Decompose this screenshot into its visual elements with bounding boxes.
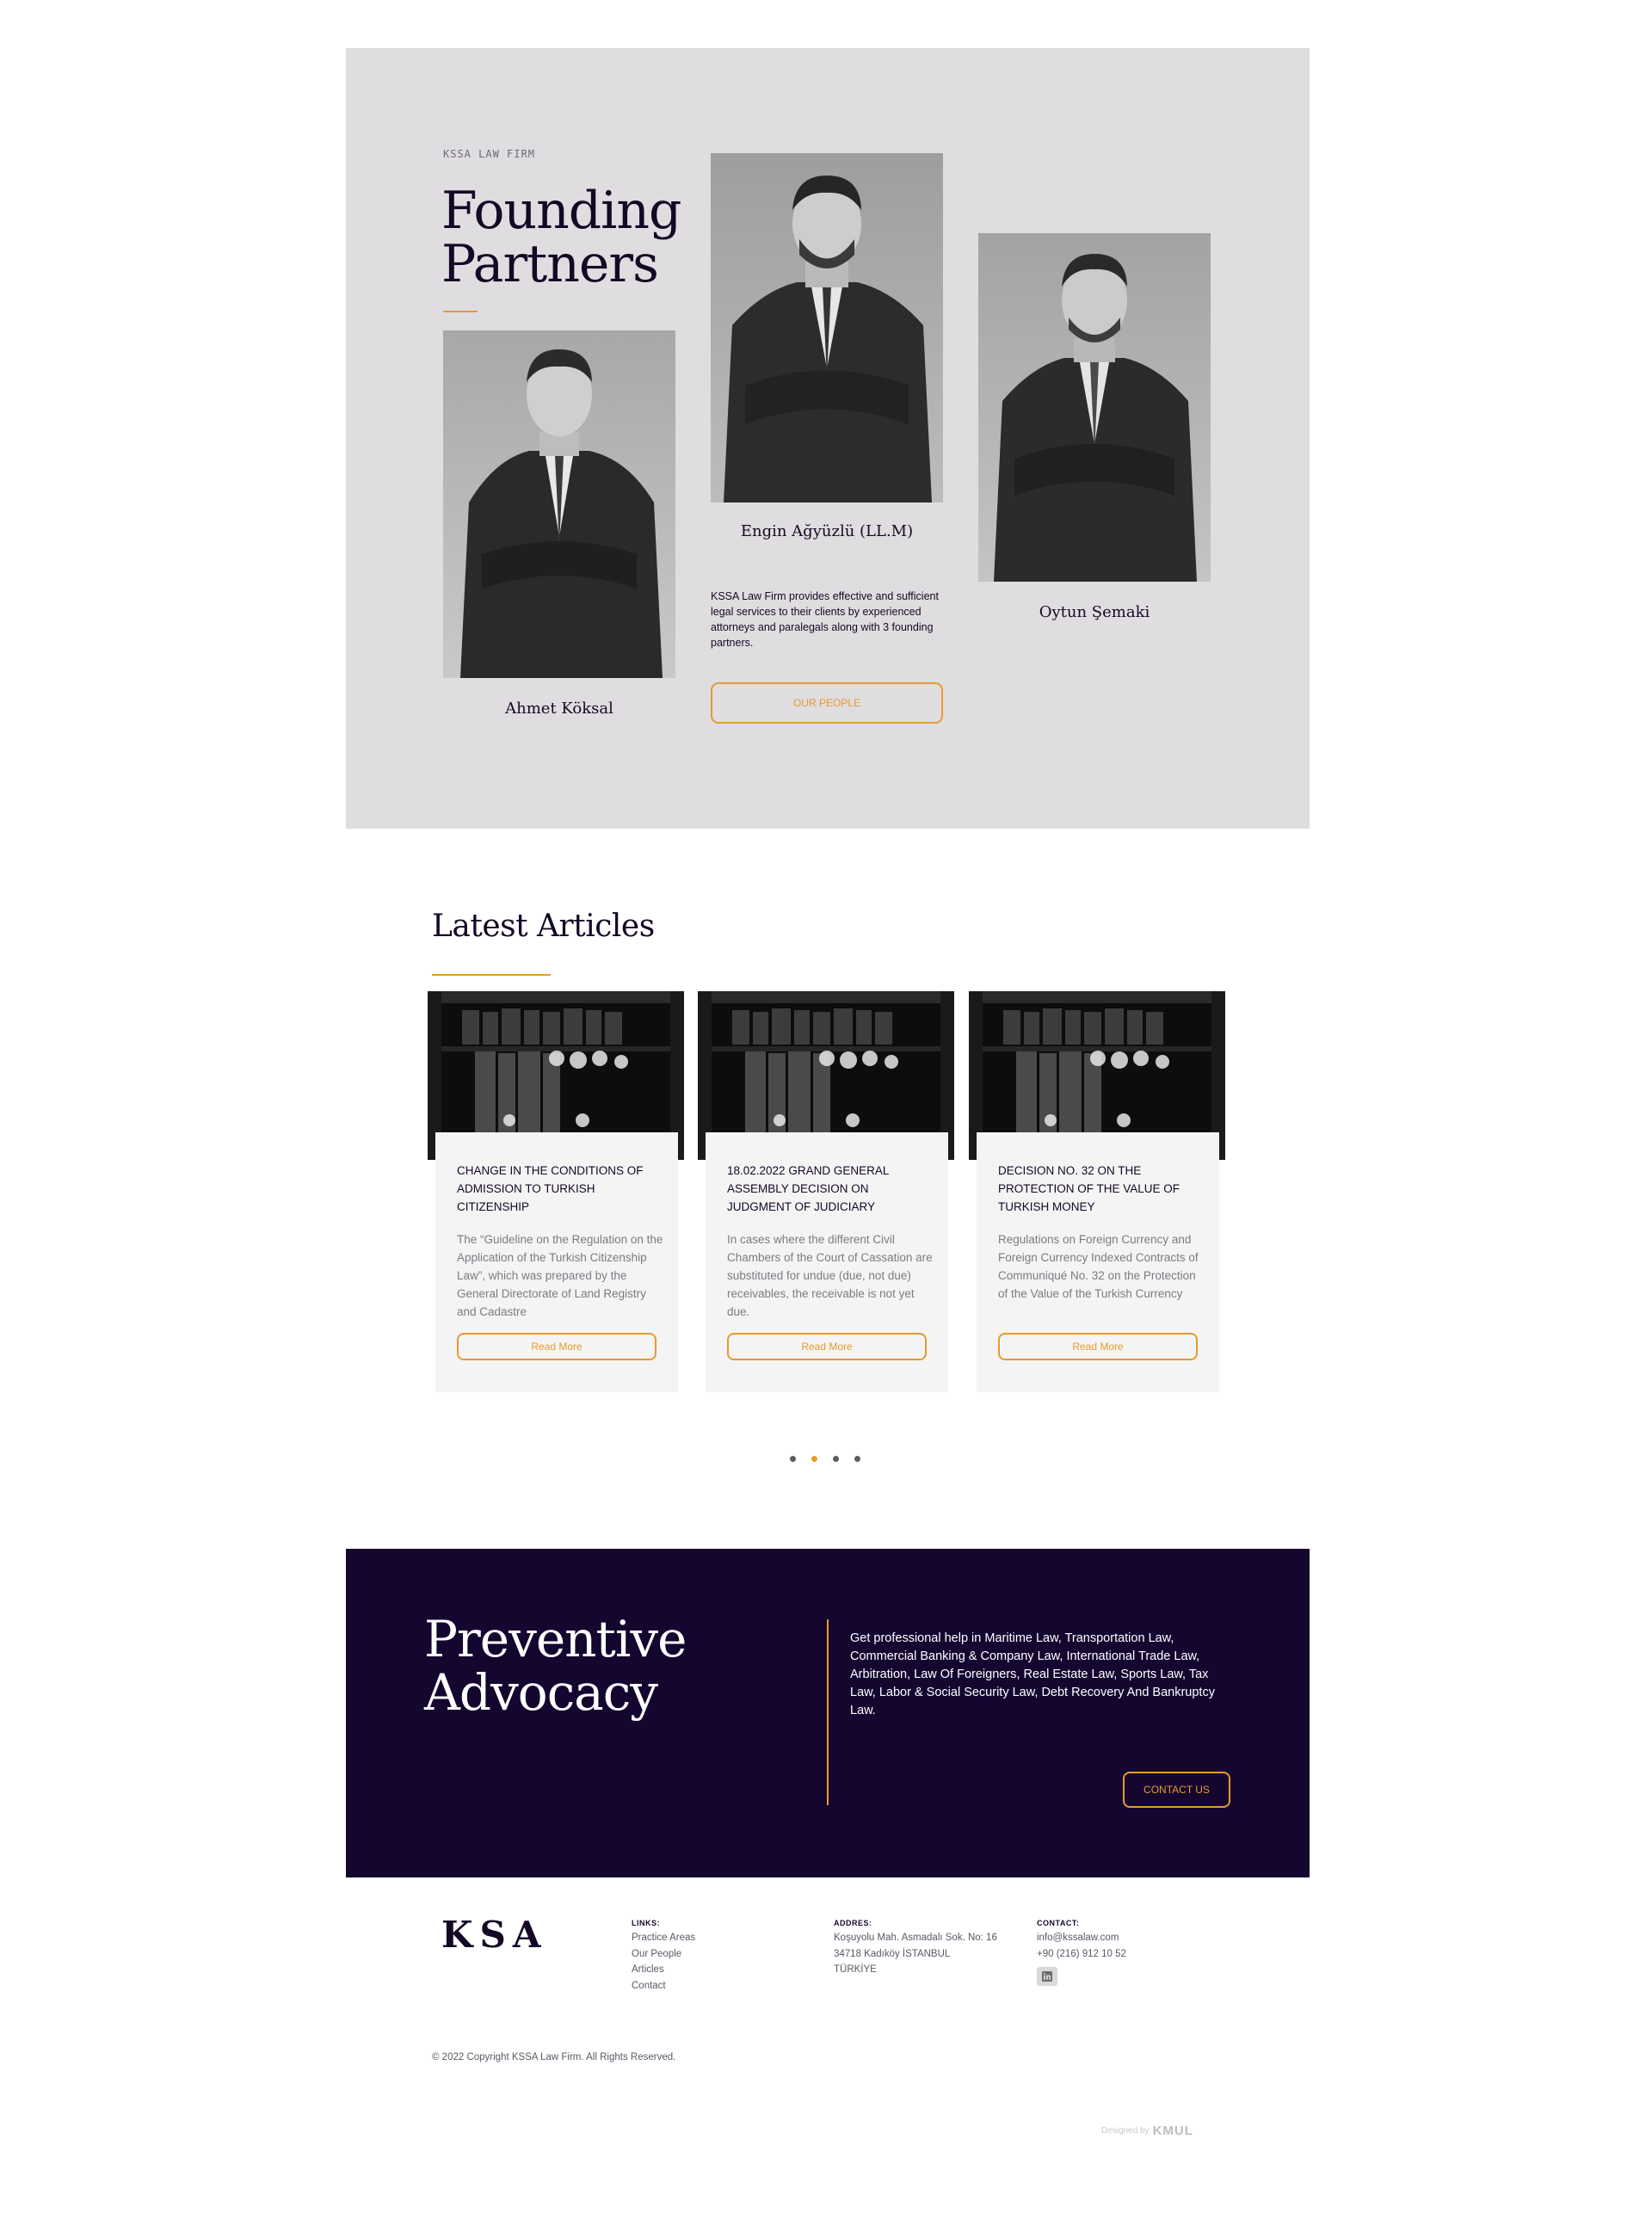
pagination-dot[interactable] [833,1456,839,1462]
articles-title-underline [432,974,551,976]
carousel-pagination [790,1456,860,1462]
contact-phone[interactable]: +90 (216) 912 10 52 [1037,1946,1126,1963]
person-portrait-icon [978,233,1211,582]
article-card: 18.02.2022 GRAND GENERAL ASSEMBLY DECISI… [706,1132,948,1392]
footer-address: ADDRES: Koşuyolu Mah. Asmadalı Sok. No: … [834,1919,997,1978]
article-card: CHANGE IN THE CONDITIONS OF ADMISSION TO… [435,1132,678,1392]
linkedin-glyph-icon [1042,1971,1052,1982]
designer-logo: KMUL [1152,2124,1193,2138]
title-underline [443,311,478,312]
footer-link-our-people[interactable]: Our People [632,1946,695,1963]
preventive-advocacy-section: Preventive Advocacy Get professional hel… [346,1549,1310,1877]
partners-description: KSSA Law Firm provides effective and suf… [711,590,939,649]
partner-photo-engin [711,153,943,502]
designed-by-label: Designed by [1101,2126,1150,2136]
address-line: Koşuyolu Mah. Asmadalı Sok. No: 16 [834,1933,997,1943]
article-title[interactable]: DECISION NO. 32 ON THE PROTECTION OF THE… [998,1162,1205,1216]
partner-name-engin: Engin Ağyüzlü (LL.M) [740,522,914,540]
article-title[interactable]: 18.02.2022 GRAND GENERAL ASSEMBLY DECISI… [727,1162,934,1216]
pagination-dot[interactable] [854,1456,860,1462]
contact-us-button[interactable]: CONTACT US [1123,1772,1230,1808]
partner-name-ahmet: Ahmet Köksal [505,700,613,718]
founding-partners-section: KSSA LAW FIRM Founding Partners Ahmet Kö… [346,48,1310,829]
articles-title: Latest Articles [432,909,655,944]
footer-link-articles[interactable]: Articles [632,1962,695,1978]
footer-links: LINKS: Practice Areas Our People Article… [632,1919,695,1994]
partner-name-oytun: Oytun Şemaki [1039,603,1150,621]
article-card: DECISION NO. 32 ON THE PROTECTION OF THE… [977,1132,1219,1392]
contact-email[interactable]: info@kssalaw.com [1037,1930,1126,1946]
article-excerpt: Regulations on Foreign Currency and Fore… [998,1233,1199,1300]
read-more-button[interactable]: Read More [998,1333,1198,1360]
advocacy-text: Get professional help in Maritime Law, T… [850,1631,1215,1717]
footer-link-practice-areas[interactable]: Practice Areas [632,1930,695,1946]
partner-photo-oytun [978,233,1211,582]
linkedin-icon[interactable] [1037,1967,1057,1986]
footer-contact: CONTACT: info@kssalaw.com +90 (216) 912 … [1037,1919,1126,1986]
designed-by[interactable]: Designed by KMUL [1101,2124,1193,2138]
advocacy-divider [827,1619,829,1805]
article-excerpt: The “Guideline on the Regulation on the … [457,1233,663,1318]
article-title[interactable]: CHANGE IN THE CONDITIONS OF ADMISSION TO… [457,1162,663,1216]
footer-logo[interactable]: KSA [441,1914,547,1956]
our-people-button[interactable]: OUR PEOPLE [711,682,943,724]
read-more-button[interactable]: Read More [457,1333,656,1360]
pagination-dot[interactable] [811,1456,817,1462]
person-portrait-icon [711,153,943,502]
footer-contact-heading: CONTACT: [1037,1919,1080,1927]
pagination-dot[interactable] [790,1456,796,1462]
advocacy-title: Preventive Advocacy [424,1610,687,1722]
copyright-text: © 2022 Copyright KSSA Law Firm. All Righ… [432,2052,676,2062]
article-excerpt: In cases where the different Civil Chamb… [727,1233,933,1318]
read-more-button[interactable]: Read More [727,1333,927,1360]
partners-title: Founding Partners [441,181,681,294]
section-eyebrow: KSSA LAW FIRM [443,148,535,160]
footer-links-heading: LINKS: [632,1919,660,1927]
person-portrait-icon [443,330,675,678]
partner-photo-ahmet [443,330,675,678]
footer-link-contact[interactable]: Contact [632,1978,695,1994]
footer-address-heading: ADDRES: [834,1919,872,1927]
address-line: 34718 Kadıköy İSTANBUL [834,1948,951,1959]
address-line: TÜRKİYE [834,1964,877,1975]
